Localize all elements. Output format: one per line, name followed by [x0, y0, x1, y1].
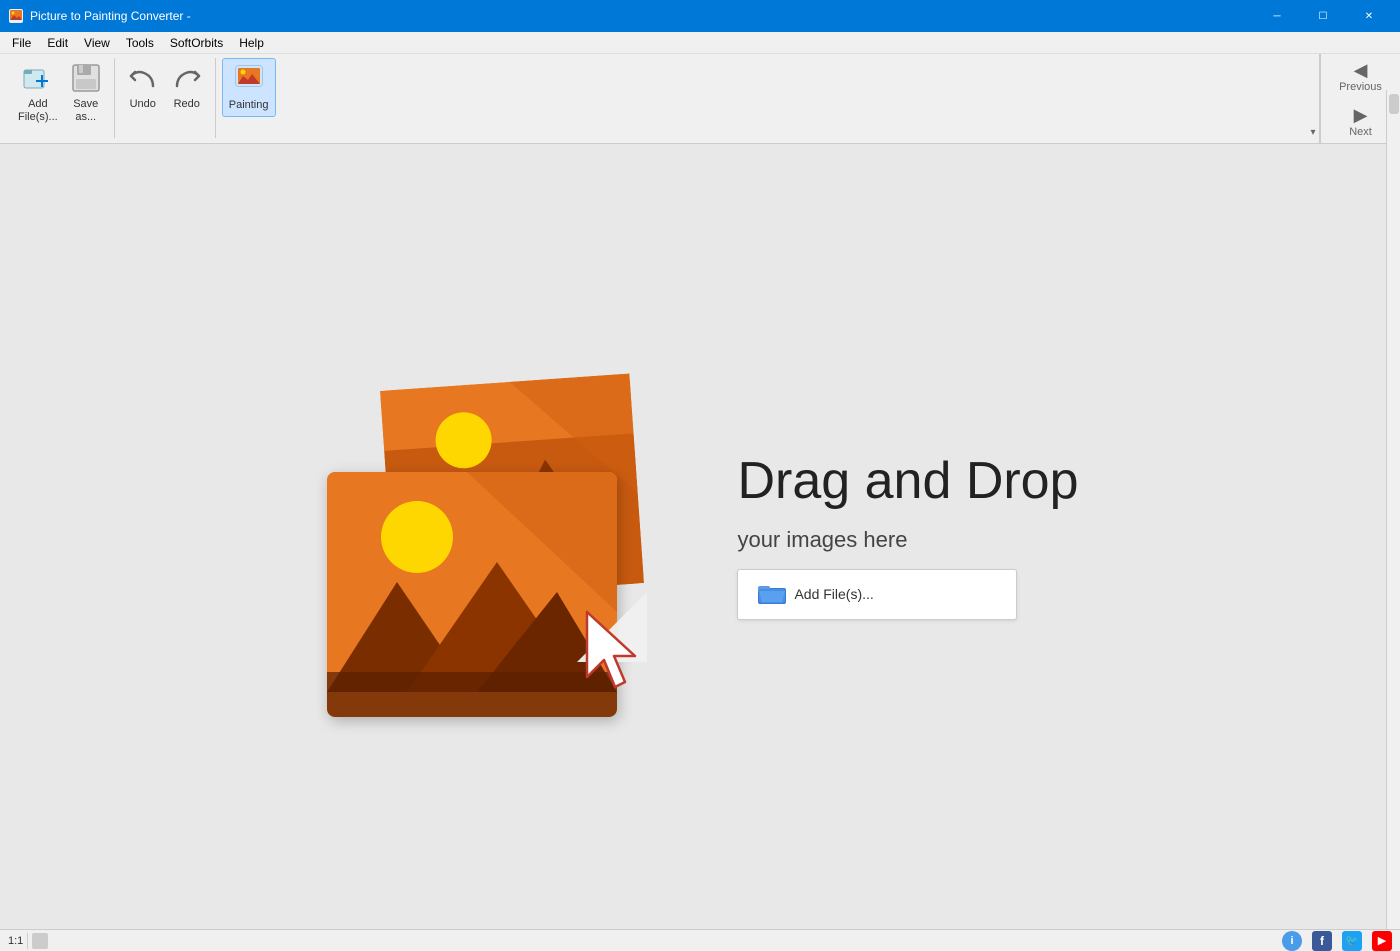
main-content: Drag and Drop your images here Add File(…: [0, 144, 1386, 929]
zoom-level: 1:1: [8, 935, 23, 947]
facebook-icon[interactable]: f: [1312, 931, 1332, 951]
toolbar-expand-button[interactable]: ▾: [1306, 125, 1320, 139]
drag-drop-title: Drag and Drop: [737, 453, 1078, 510]
toolbar-edit-group: Undo Redo: [115, 58, 216, 138]
info-icon[interactable]: i: [1282, 931, 1302, 951]
status-thumbnail: [32, 933, 48, 949]
cursor-illustration: [577, 602, 657, 702]
youtube-icon[interactable]: ▶: [1372, 931, 1392, 951]
save-icon: [70, 62, 102, 94]
folder-icon: [758, 582, 786, 607]
save-as-label: Saveas...: [73, 98, 98, 124]
undo-icon: [127, 62, 159, 94]
close-button[interactable]: ✕: [1346, 0, 1392, 32]
window-controls: ─ ☐ ✕: [1254, 0, 1392, 32]
minimize-button[interactable]: ─: [1254, 0, 1300, 32]
add-files-icon: [22, 62, 54, 94]
status-right: i f 🐦 ▶: [1282, 931, 1392, 951]
app-title: Picture to Painting Converter -: [30, 9, 1254, 23]
next-arrow-icon: ▶: [1354, 105, 1368, 126]
front-card: [327, 472, 617, 717]
menu-view[interactable]: View: [76, 34, 118, 52]
drop-text-area: Drag and Drop your images here Add File(…: [737, 453, 1078, 619]
redo-label: Redo: [174, 98, 200, 111]
menu-help[interactable]: Help: [231, 34, 272, 52]
painting-toolbar-button[interactable]: Painting: [222, 58, 276, 117]
toolbar-file-group: AddFile(s)... Saveas...: [6, 58, 115, 138]
painting-label: Painting: [229, 99, 269, 112]
add-files-button[interactable]: Add File(s)...: [737, 569, 1017, 620]
menu-file[interactable]: File: [4, 34, 39, 52]
add-files-toolbar-button[interactable]: AddFile(s)...: [12, 58, 64, 128]
add-files-label: AddFile(s)...: [18, 98, 58, 124]
maximize-button[interactable]: ☐: [1300, 0, 1346, 32]
drag-drop-subtitle: your images here: [737, 527, 1078, 553]
twitter-icon[interactable]: 🐦: [1342, 931, 1362, 951]
menu-softorbits[interactable]: SoftOrbits: [162, 34, 231, 52]
previous-button[interactable]: ◀ Previous: [1333, 56, 1388, 97]
undo-toolbar-button[interactable]: Undo: [121, 58, 165, 115]
status-divider: [27, 933, 28, 949]
painting-icon: [233, 63, 265, 95]
redo-icon: [171, 62, 203, 94]
next-label: Next: [1349, 126, 1372, 138]
image-illustration: [307, 352, 677, 722]
title-bar: Picture to Painting Converter - ─ ☐ ✕: [0, 0, 1400, 32]
menu-tools[interactable]: Tools: [118, 34, 162, 52]
scroll-thumb: [1389, 94, 1399, 114]
previous-label: Previous: [1339, 81, 1382, 93]
undo-label: Undo: [130, 98, 156, 111]
save-as-toolbar-button[interactable]: Saveas...: [64, 58, 108, 128]
next-button[interactable]: ▶ Next: [1343, 101, 1378, 142]
previous-arrow-icon: ◀: [1354, 60, 1368, 81]
add-files-btn-label: Add File(s)...: [794, 586, 873, 602]
status-bar: 1:1 i f 🐦 ▶: [0, 929, 1400, 951]
scroll-bar[interactable]: [1386, 90, 1400, 929]
app-icon: [8, 8, 24, 24]
toolbar: AddFile(s)... Saveas...: [0, 54, 1400, 144]
drop-zone-area[interactable]: Drag and Drop your images here Add File(…: [307, 352, 1078, 722]
redo-toolbar-button[interactable]: Redo: [165, 58, 209, 115]
menu-bar: File Edit View Tools SoftOrbits Help: [0, 32, 1400, 54]
toolbar-mode-group: Painting: [216, 58, 282, 138]
menu-edit[interactable]: Edit: [39, 34, 76, 52]
